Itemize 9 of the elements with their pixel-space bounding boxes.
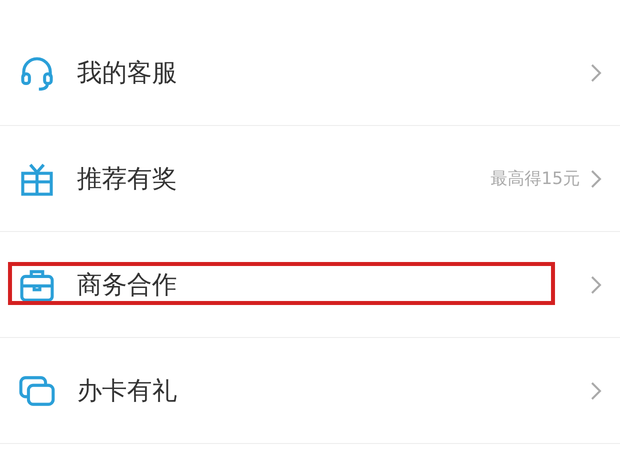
item-label: 推荐有奖: [77, 163, 178, 195]
chevron-icon: [590, 168, 602, 188]
item-label: 办卡有礼: [77, 375, 178, 407]
chevron-icon: [590, 380, 602, 400]
chevron-icon: [590, 62, 602, 82]
item-label: 商务合作: [77, 269, 178, 301]
reward-hint: 最高得15元: [490, 168, 580, 190]
item-label: 我的客服: [77, 57, 178, 89]
chevron-icon: [590, 274, 602, 294]
